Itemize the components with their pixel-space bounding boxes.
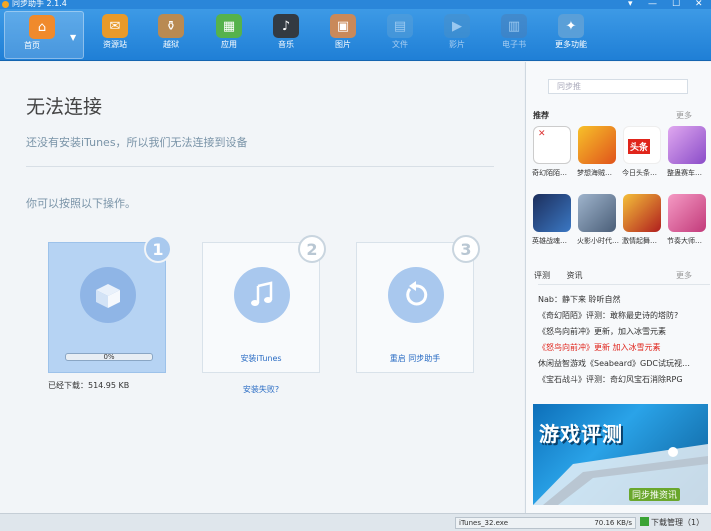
- app-label: 激情起舞…: [622, 237, 657, 245]
- music-note-icon: ♪: [273, 14, 299, 38]
- sidebar-search-input[interactable]: 同步推: [548, 79, 688, 94]
- status-bar: iTunes_32.exe 70.16 KB/s 下载管理（1）: [0, 513, 711, 531]
- broken-image-icon[interactable]: ✕: [533, 126, 571, 164]
- download-status: iTunes_32.exe 70.16 KB/s: [455, 517, 636, 529]
- toolbar-item-ebooks[interactable]: ▥ 电子书: [486, 11, 542, 59]
- main-panel: 无法连接 还没有安装iTunes，所以我们无法连接到设备 你可以按照以下操作。 …: [0, 62, 524, 513]
- toolbar-label-more-tools: 更多功能: [555, 40, 587, 49]
- app-logo-icon: [2, 1, 9, 8]
- divider: [538, 284, 710, 285]
- recommend-more-link[interactable]: 更多: [676, 110, 692, 121]
- toolbar-label-jailbreak: 越狱: [163, 40, 179, 49]
- app-label: 梦想海贼…: [577, 169, 612, 177]
- download-speed: 70.16 KB/s: [594, 519, 632, 527]
- ebook-icon: ▥: [501, 14, 527, 38]
- download-manager-button[interactable]: 下载管理（1）: [640, 517, 704, 528]
- banner-footer: 同步推资讯: [629, 488, 681, 501]
- tools-icon: ✦: [558, 14, 584, 38]
- toolbar-item-store[interactable]: ✉ 资源站: [87, 11, 143, 59]
- toolbar-label-home: 首页: [24, 41, 40, 50]
- news-item[interactable]: 《奇幻陌陌》评测：敢称最史诗的塔防?: [538, 310, 710, 321]
- step-card-install-itunes[interactable]: 2 安装iTunes: [202, 235, 326, 373]
- toolbar-item-apps[interactable]: ▦ 应用: [201, 11, 257, 59]
- ninja-game-icon[interactable]: [578, 194, 616, 232]
- pirate-game-icon[interactable]: [578, 126, 616, 164]
- toolbar-label-ebooks: 电子书: [502, 40, 526, 49]
- right-sidebar: 同步推 推荐 更多 ✕ 奇幻陌陌… 梦想海贼… 头条 今日头条… 整蛊赛车… 英…: [525, 62, 711, 513]
- toolbar-item-files[interactable]: ▤ 文件: [372, 11, 428, 59]
- download-manager-label: 下载管理（1）: [651, 518, 705, 527]
- toolbar-label-apps: 应用: [221, 40, 237, 49]
- news-item[interactable]: 《宝石战斗》评测：奇幻风宝石消除RPG: [538, 374, 710, 385]
- install-failed-link[interactable]: 安装失败?: [202, 384, 320, 395]
- download-filename: iTunes_32.exe: [459, 519, 509, 527]
- download-progress-bar: 0%: [65, 353, 153, 361]
- news-tabs: 评测 资讯: [534, 270, 597, 281]
- download-arrow-icon: [640, 517, 649, 526]
- package-box-icon: [80, 267, 136, 323]
- app-label: 整蛊赛车…: [667, 169, 702, 177]
- toolbar-label-music: 音乐: [278, 40, 294, 49]
- news-more-link[interactable]: 更多: [676, 270, 692, 281]
- game-review-banner[interactable]: 游戏评测 同步推资讯: [533, 404, 708, 505]
- hero-game-icon[interactable]: [533, 194, 571, 232]
- news-item[interactable]: Nab：静下来 聆听自然: [538, 294, 710, 305]
- toutiao-icon[interactable]: 头条: [623, 126, 661, 164]
- step-card-restart[interactable]: 3 重启 同步助手: [356, 235, 480, 373]
- tab-reviews[interactable]: 评测: [534, 271, 550, 280]
- toolbar-item-music[interactable]: ♪ 音乐: [258, 11, 314, 59]
- toolbar-label-pictures: 图片: [335, 40, 351, 49]
- toolbar-item-jailbreak[interactable]: ⚱ 越狱: [143, 11, 199, 59]
- downloaded-size: 已经下载：514.95 KB: [48, 381, 130, 390]
- apps-grid-icon: ▦: [216, 14, 242, 38]
- toolbar-label-files: 文件: [392, 40, 408, 49]
- step-number-badge: 1: [144, 235, 172, 263]
- jailbreak-jar-icon: ⚱: [158, 14, 184, 38]
- dance-game-icon[interactable]: [623, 194, 661, 232]
- error-message: 还没有安装iTunes，所以我们无法连接到设备: [26, 136, 248, 149]
- movie-icon: ▶: [444, 14, 470, 38]
- toolbar-item-movies[interactable]: ▶ 影片: [429, 11, 485, 59]
- toolbar-label-store: 资源站: [103, 40, 127, 49]
- app-label: 火影小时代…: [577, 237, 619, 245]
- page-title: 无法连接: [26, 96, 103, 118]
- main-toolbar: ⌂ 首页 ▼ ✉ 资源站 ⚱ 越狱 ▦ 应用 ♪ 音乐 ▣ 图片 ▤ 文件 ▶ …: [0, 9, 711, 61]
- app-label: 今日头条…: [622, 169, 657, 177]
- tab-news[interactable]: 资讯: [567, 271, 583, 280]
- instructions-hint: 你可以按照以下操作。: [26, 197, 136, 210]
- install-itunes-link[interactable]: 安装iTunes: [203, 353, 319, 364]
- restart-arrow-icon: [388, 267, 444, 323]
- toolbar-label-movies: 影片: [449, 40, 465, 49]
- window-title: 同步助手 2.1.4: [12, 0, 67, 8]
- store-bag-icon: ✉: [102, 14, 128, 38]
- itunes-note-icon: [234, 267, 290, 323]
- rhythm-game-icon[interactable]: [668, 194, 706, 232]
- picture-icon: ▣: [330, 14, 356, 38]
- title-bar: 同步助手 2.1.4 ▾ — ☐ ✕: [0, 0, 711, 9]
- close-icon[interactable]: ✕: [695, 0, 703, 9]
- divider: [26, 166, 494, 167]
- news-item[interactable]: 《怒鸟向前冲》更新，加入冰雪元素: [538, 326, 710, 337]
- home-icon: ⌂: [29, 15, 55, 39]
- toolbar-item-more-tools[interactable]: ✦ 更多功能: [543, 11, 599, 59]
- file-folder-icon: ▤: [387, 14, 413, 38]
- maximize-icon[interactable]: ☐: [672, 0, 680, 9]
- minimize-icon[interactable]: —: [648, 0, 657, 9]
- restart-app-link[interactable]: 重启 同步助手: [357, 353, 473, 364]
- race-game-icon[interactable]: [668, 126, 706, 164]
- step-number-badge: 3: [452, 235, 480, 263]
- step-card-download[interactable]: 1 0%: [48, 235, 172, 373]
- banner-title: 游戏评测: [539, 422, 623, 446]
- app-label: 英雄战魂…: [532, 237, 567, 245]
- news-item[interactable]: 《怒鸟向前冲》更新 加入冰雪元素: [538, 342, 710, 353]
- progress-text: 0%: [103, 353, 115, 361]
- news-item[interactable]: 休闲益智游戏《Seabeard》GDC试玩视…: [538, 358, 710, 369]
- recommend-title: 推荐: [533, 111, 549, 120]
- app-label: 奇幻陌陌…: [532, 169, 567, 177]
- step-number-badge: 2: [298, 235, 326, 263]
- menu-dropdown-icon[interactable]: ▾: [628, 0, 633, 9]
- toolbar-item-pictures[interactable]: ▣ 图片: [315, 11, 371, 59]
- app-label: 节奏大师…: [667, 237, 702, 245]
- chevron-down-icon[interactable]: ▼: [70, 33, 76, 42]
